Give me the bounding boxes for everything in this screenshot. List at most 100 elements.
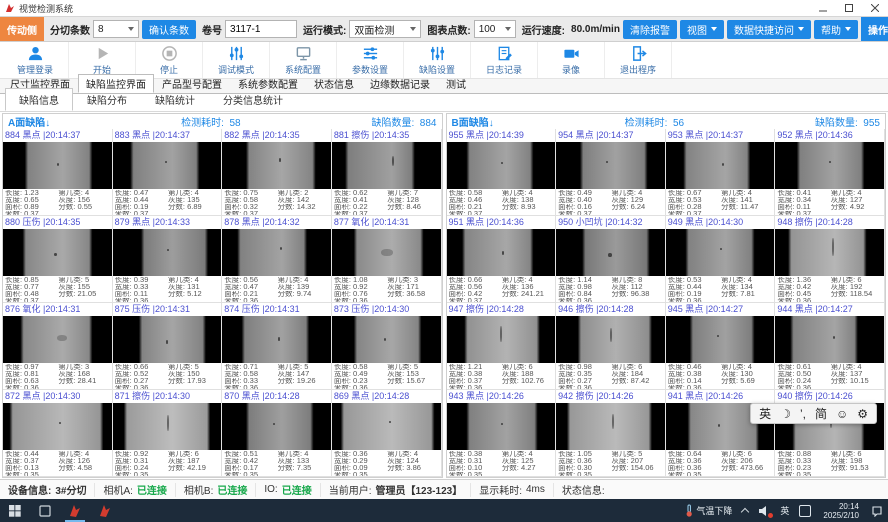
help-menu-button[interactable]: 帮助 bbox=[814, 20, 858, 39]
defect-cell[interactable]: 880 压伤 |20:14:35 长度: 0.85 宽度: 0.77 面积: 0… bbox=[3, 216, 113, 303]
defect-cell[interactable]: 883 黑点 |20:14:37 长度: 0.47 宽度: 0.44 面积: 0… bbox=[113, 129, 223, 216]
ime-night-icon[interactable]: ☽ bbox=[780, 407, 791, 421]
action-button-monitor[interactable]: 系统配置 bbox=[270, 42, 337, 78]
taskbar-app-inspection-2[interactable] bbox=[90, 499, 120, 522]
defect-image bbox=[775, 142, 884, 189]
defect-cell[interactable]: 884 黑点 |20:14:37 长度: 1.23 宽度: 0.65 面积: 0… bbox=[3, 129, 113, 216]
defect-cell[interactable]: 882 黑点 |20:14:35 长度: 0.75 宽度: 0.58 面积: 0… bbox=[222, 129, 332, 216]
ime-lang-toggle[interactable]: 英 bbox=[759, 405, 771, 422]
sliders-h-icon bbox=[362, 45, 379, 62]
action-button-sliders-v[interactable]: 调试模式 bbox=[203, 42, 270, 78]
defect-cell[interactable]: 869 黑点 |20:14:28 长度: 0.36 宽度: 0.29 面积: 0… bbox=[332, 390, 442, 477]
defect-cell[interactable]: 872 黑点 |20:14:30 长度: 0.44 宽度: 0.37 面积: 0… bbox=[3, 390, 113, 477]
defect-cell[interactable]: 874 压伤 |20:14:31 长度: 0.71 宽度: 0.58 面积: 0… bbox=[222, 303, 332, 390]
defect-mark bbox=[278, 337, 280, 341]
input-language-indicator[interactable]: 英 bbox=[775, 499, 794, 522]
ime-simplified-toggle[interactable]: 简 bbox=[815, 405, 827, 422]
defect-details: 长度: 1.08 宽度: 0.92 面积: 0.76 米数: 0.36 第几类:… bbox=[332, 276, 441, 302]
subtab-0[interactable]: 缺陷信息 bbox=[5, 88, 73, 111]
defect-mark bbox=[59, 422, 61, 424]
weather-widget[interactable]: 气温下降 bbox=[680, 499, 737, 522]
defect-cell[interactable]: 946 擦伤 |20:14:28 长度: 0.98 宽度: 0.35 面积: 0… bbox=[556, 303, 666, 390]
tab-6[interactable]: 测试 bbox=[438, 74, 474, 93]
action-center-icon[interactable] bbox=[866, 499, 888, 522]
defect-cell[interactable]: 871 擦伤 |20:14:30 长度: 0.92 宽度: 0.31 面积: 0… bbox=[113, 390, 223, 477]
action-button-sliders-h[interactable]: 参数设置 bbox=[337, 42, 404, 78]
ime-settings-icon[interactable]: ⚙ bbox=[857, 407, 868, 421]
taskbar-app-inspection-1[interactable] bbox=[60, 499, 90, 522]
defect-cell[interactable]: 875 压伤 |20:14:31 长度: 0.66 宽度: 0.52 面积: 0… bbox=[113, 303, 223, 390]
start-button[interactable] bbox=[0, 499, 30, 522]
tab-5[interactable]: 边缘数据记录 bbox=[362, 74, 438, 93]
operate-side-button[interactable]: 操作侧 bbox=[861, 16, 888, 42]
detail-length: 长度: 1.23 bbox=[5, 190, 58, 197]
defect-cell[interactable]: 879 黑点 |20:14:33 长度: 0.39 宽度: 0.33 面积: 0… bbox=[113, 216, 223, 303]
defect-image bbox=[447, 229, 556, 276]
defect-cell[interactable]: 953 黑点 |20:14:37 长度: 0.67 宽度: 0.53 面积: 0… bbox=[666, 129, 776, 216]
subtab-2[interactable]: 缺陷统计 bbox=[141, 88, 209, 111]
detail-width: 宽度: 0.44 bbox=[115, 197, 168, 204]
defect-cell[interactable]: 954 黑点 |20:14:37 长度: 0.49 宽度: 0.40 面积: 0… bbox=[556, 129, 666, 216]
detail-length: 长度: 0.49 bbox=[558, 190, 611, 197]
defect-cell[interactable]: 947 擦伤 |20:14:28 长度: 1.21 宽度: 0.38 面积: 0… bbox=[447, 303, 557, 390]
detail-length: 长度: 1.05 bbox=[558, 451, 611, 458]
detail-class: 第几类: 3 bbox=[387, 277, 440, 284]
confirm-count-button[interactable]: 确认条数 bbox=[142, 20, 196, 39]
run-mode-select[interactable]: 双面检测 bbox=[349, 20, 421, 38]
defect-cell[interactable]: 951 黑点 |20:14:36 长度: 0.66 宽度: 0.56 面积: 0… bbox=[447, 216, 557, 303]
ime-emoji-icon[interactable]: ☺ bbox=[836, 407, 848, 421]
action-button-camera[interactable]: 录像 bbox=[538, 42, 605, 78]
action-button-exit[interactable]: 退出程序 bbox=[605, 42, 672, 78]
defect-cell[interactable]: 878 黑点 |20:14:32 长度: 0.56 宽度: 0.47 面积: 0… bbox=[222, 216, 332, 303]
subtab-1[interactable]: 缺陷分布 bbox=[73, 88, 141, 111]
defect-cell[interactable]: 870 黑点 |20:14:28 长度: 0.51 宽度: 0.42 面积: 0… bbox=[222, 390, 332, 477]
detail-width: 宽度: 0.98 bbox=[558, 284, 611, 291]
roll-number-input[interactable] bbox=[225, 20, 297, 38]
defect-mark bbox=[167, 249, 169, 251]
run-mode-label: 运行模式: bbox=[300, 22, 346, 37]
subtab-3[interactable]: 分类信息统计 bbox=[209, 88, 297, 111]
detail-area: 面积: 0.27 bbox=[558, 378, 611, 385]
detail-area: 面积: 0.45 bbox=[777, 291, 830, 298]
camera-b-label: 相机B: bbox=[184, 482, 213, 497]
slit-count-select[interactable]: 8 bbox=[93, 20, 139, 38]
defect-cell[interactable]: 873 压伤 |20:14:30 长度: 0.58 宽度: 0.49 面积: 0… bbox=[332, 303, 442, 390]
defect-cell[interactable]: 876 氧化 |20:14:31 长度: 0.97 宽度: 0.81 面积: 0… bbox=[3, 303, 113, 390]
task-view-icon[interactable] bbox=[30, 499, 60, 522]
maximize-icon[interactable] bbox=[836, 0, 862, 16]
clock[interactable]: 20:14 2025/2/10 bbox=[816, 502, 866, 520]
action-button-sliders-v2[interactable]: 缺陷设置 bbox=[404, 42, 471, 78]
detail-class: 第几类: 5 bbox=[58, 277, 111, 284]
defect-cell[interactable]: 949 黑点 |20:14:30 长度: 0.53 宽度: 0.44 面积: 0… bbox=[666, 216, 776, 303]
volume-icon[interactable] bbox=[753, 499, 775, 522]
action-button-play[interactable]: 开始 bbox=[69, 42, 136, 78]
defect-cell[interactable]: 877 氧化 |20:14:31 长度: 1.08 宽度: 0.92 面积: 0… bbox=[332, 216, 442, 303]
ime-mode-icon[interactable] bbox=[794, 499, 816, 522]
defect-cell[interactable]: 955 黑点 |20:14:39 长度: 0.58 宽度: 0.46 面积: 0… bbox=[447, 129, 557, 216]
tab-4[interactable]: 状态信息 bbox=[306, 74, 362, 93]
defect-image bbox=[775, 316, 884, 363]
detail-gray: 灰度: 171 bbox=[387, 284, 440, 291]
defect-cell[interactable]: 952 黑点 |20:14:36 长度: 0.41 宽度: 0.34 面积: 0… bbox=[775, 129, 885, 216]
defect-cell[interactable]: 942 擦伤 |20:14:26 长度: 1.05 宽度: 0.36 面积: 0… bbox=[556, 390, 666, 477]
action-button-stop[interactable]: 停止 bbox=[136, 42, 203, 78]
defect-cell[interactable]: 943 黑点 |20:14:26 长度: 0.38 宽度: 0.31 面积: 0… bbox=[447, 390, 557, 477]
ime-punctuation-toggle[interactable]: ’, bbox=[800, 407, 806, 421]
action-button-user[interactable]: 管理登录 bbox=[2, 42, 69, 78]
drive-side-button[interactable]: 传动侧 bbox=[0, 16, 44, 42]
defect-cell[interactable]: 950 小凹坑 |20:14:32 长度: 1.14 宽度: 0.98 面积: … bbox=[556, 216, 666, 303]
minimize-icon[interactable] bbox=[810, 0, 836, 16]
data-quick-access-menu-button[interactable]: 数据快捷访问 bbox=[727, 20, 811, 39]
defect-cell[interactable]: 944 黑点 |20:14:27 长度: 0.61 宽度: 0.50 面积: 0… bbox=[775, 303, 885, 390]
clear-alarm-button[interactable]: 清除报警 bbox=[623, 20, 677, 39]
close-icon[interactable] bbox=[862, 0, 888, 16]
defect-cell[interactable]: 948 擦伤 |20:14:28 长度: 1.36 宽度: 0.42 面积: 0… bbox=[775, 216, 885, 303]
chart-points-select[interactable]: 100 bbox=[474, 20, 516, 38]
detail-meter: 米数: 0.36 bbox=[558, 385, 611, 389]
tray-expand-chevron-icon[interactable] bbox=[737, 499, 753, 522]
detail-length: 长度: 0.36 bbox=[334, 451, 387, 458]
defect-cell[interactable]: 881 擦伤 |20:14:35 长度: 0.62 宽度: 0.41 面积: 0… bbox=[332, 129, 442, 216]
defect-cell[interactable]: 945 黑点 |20:14:27 长度: 0.46 宽度: 0.38 面积: 0… bbox=[666, 303, 776, 390]
action-button-log[interactable]: 日志记录 bbox=[471, 42, 538, 78]
view-menu-button[interactable]: 视图 bbox=[680, 20, 724, 39]
